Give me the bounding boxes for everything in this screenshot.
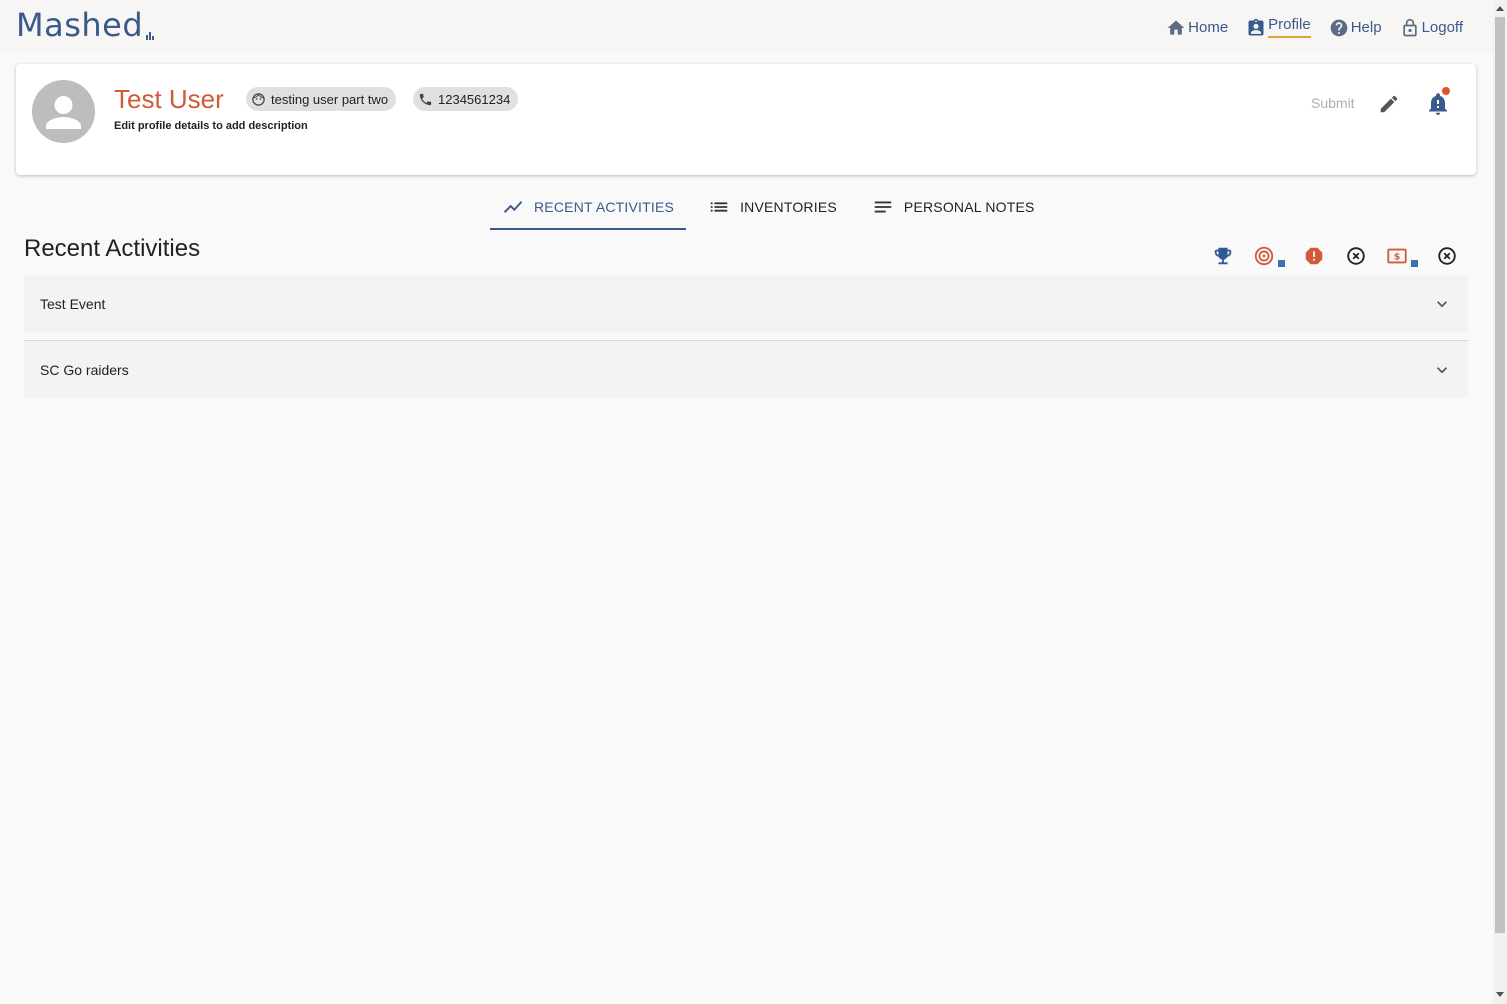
tab-personal-notes[interactable]: PERSONAL NOTES [849,186,1047,228]
alert-octagon-icon[interactable] [1303,245,1325,267]
money-icon[interactable]: $ [1386,245,1408,267]
section-title: Recent Activities [24,235,201,262]
tab-recent-activities-label: RECENT ACTIVITIES [534,199,675,215]
tab-personal-notes-label: PERSONAL NOTES [903,199,1035,215]
help-icon [1330,19,1348,37]
profile-name: Test User [114,84,224,114]
notifications-button[interactable] [1426,87,1450,117]
face-icon [252,92,265,106]
notification-dot [1442,87,1450,95]
tab-recent-activities[interactable]: RECENT ACTIVITIES [490,186,687,230]
nav-help[interactable]: Help [1329,12,1382,38]
status-icon-bar: $ [1212,245,1462,269]
activity-label: Test Event [40,296,106,312]
user-avatar-icon [46,96,81,129]
scroll-down-icon[interactable] [1496,992,1504,998]
cancel-circle-icon[interactable] [1345,245,1367,267]
app-logo[interactable]: Mashed [16,6,143,44]
submit-button[interactable]: Submit [1311,95,1355,111]
tab-inventories[interactable]: INVENTORIES [686,186,849,228]
chevron-down-icon[interactable] [1432,360,1452,380]
phone-chip: 1234561234 [413,87,519,111]
vertical-scrollbar[interactable] [1493,0,1507,1004]
profile-tabs: RECENT ACTIVITIES INVENTORIES PERSONAL N… [490,186,1047,230]
nav-profile-label: Profile [1268,15,1311,38]
profile-description: Edit profile details to add description [114,120,308,132]
nav-profile[interactable]: Profile [1246,12,1311,38]
username-chip-label: testing user part two [271,91,389,107]
nav-home[interactable]: Home [1166,12,1228,38]
nav-logoff-label: Logoff [1421,19,1463,36]
activity-label: SC Go raiders [40,361,129,378]
phone-icon [419,93,432,105]
trophy-icon[interactable] [1212,245,1234,267]
activity-item[interactable]: Test Event [24,275,1468,333]
scroll-thumb[interactable] [1495,17,1505,933]
profile-card: Test User testing user part two 12345612… [16,64,1476,175]
target-icon[interactable] [1253,245,1275,267]
notes-icon [874,201,892,213]
top-navbar: Mashed Home Profile Help Logoff [0,0,1493,52]
target-badge [1278,260,1285,267]
nav-help-label: Help [1350,19,1382,36]
avatar [32,80,95,143]
phone-chip-label: 1234561234 [438,91,511,107]
activities-accordion: Test Event SC Go raiders [24,275,1468,398]
tab-inventories-label: INVENTORIES [740,199,837,215]
chevron-down-icon[interactable] [1432,294,1452,314]
profile-badge-icon [1248,18,1264,36]
nav-home-label: Home [1188,19,1229,36]
money-badge [1411,260,1418,267]
activity-item[interactable]: SC Go raiders [24,340,1468,398]
list-icon [710,202,728,212]
edit-pencil-icon[interactable] [1378,93,1400,115]
scroll-up-icon[interactable] [1496,5,1504,11]
home-icon [1167,20,1185,35]
trending-line-icon [503,201,523,213]
nav-logoff[interactable]: Logoff [1400,12,1463,38]
main-nav: Home Profile Help Logoff [1166,12,1463,38]
username-chip: testing user part two [246,87,397,111]
svg-text:$: $ [1394,252,1400,263]
lock-icon [1402,18,1417,37]
logo-bars-icon [146,30,154,40]
cancel-circle-icon[interactable] [1436,245,1458,267]
